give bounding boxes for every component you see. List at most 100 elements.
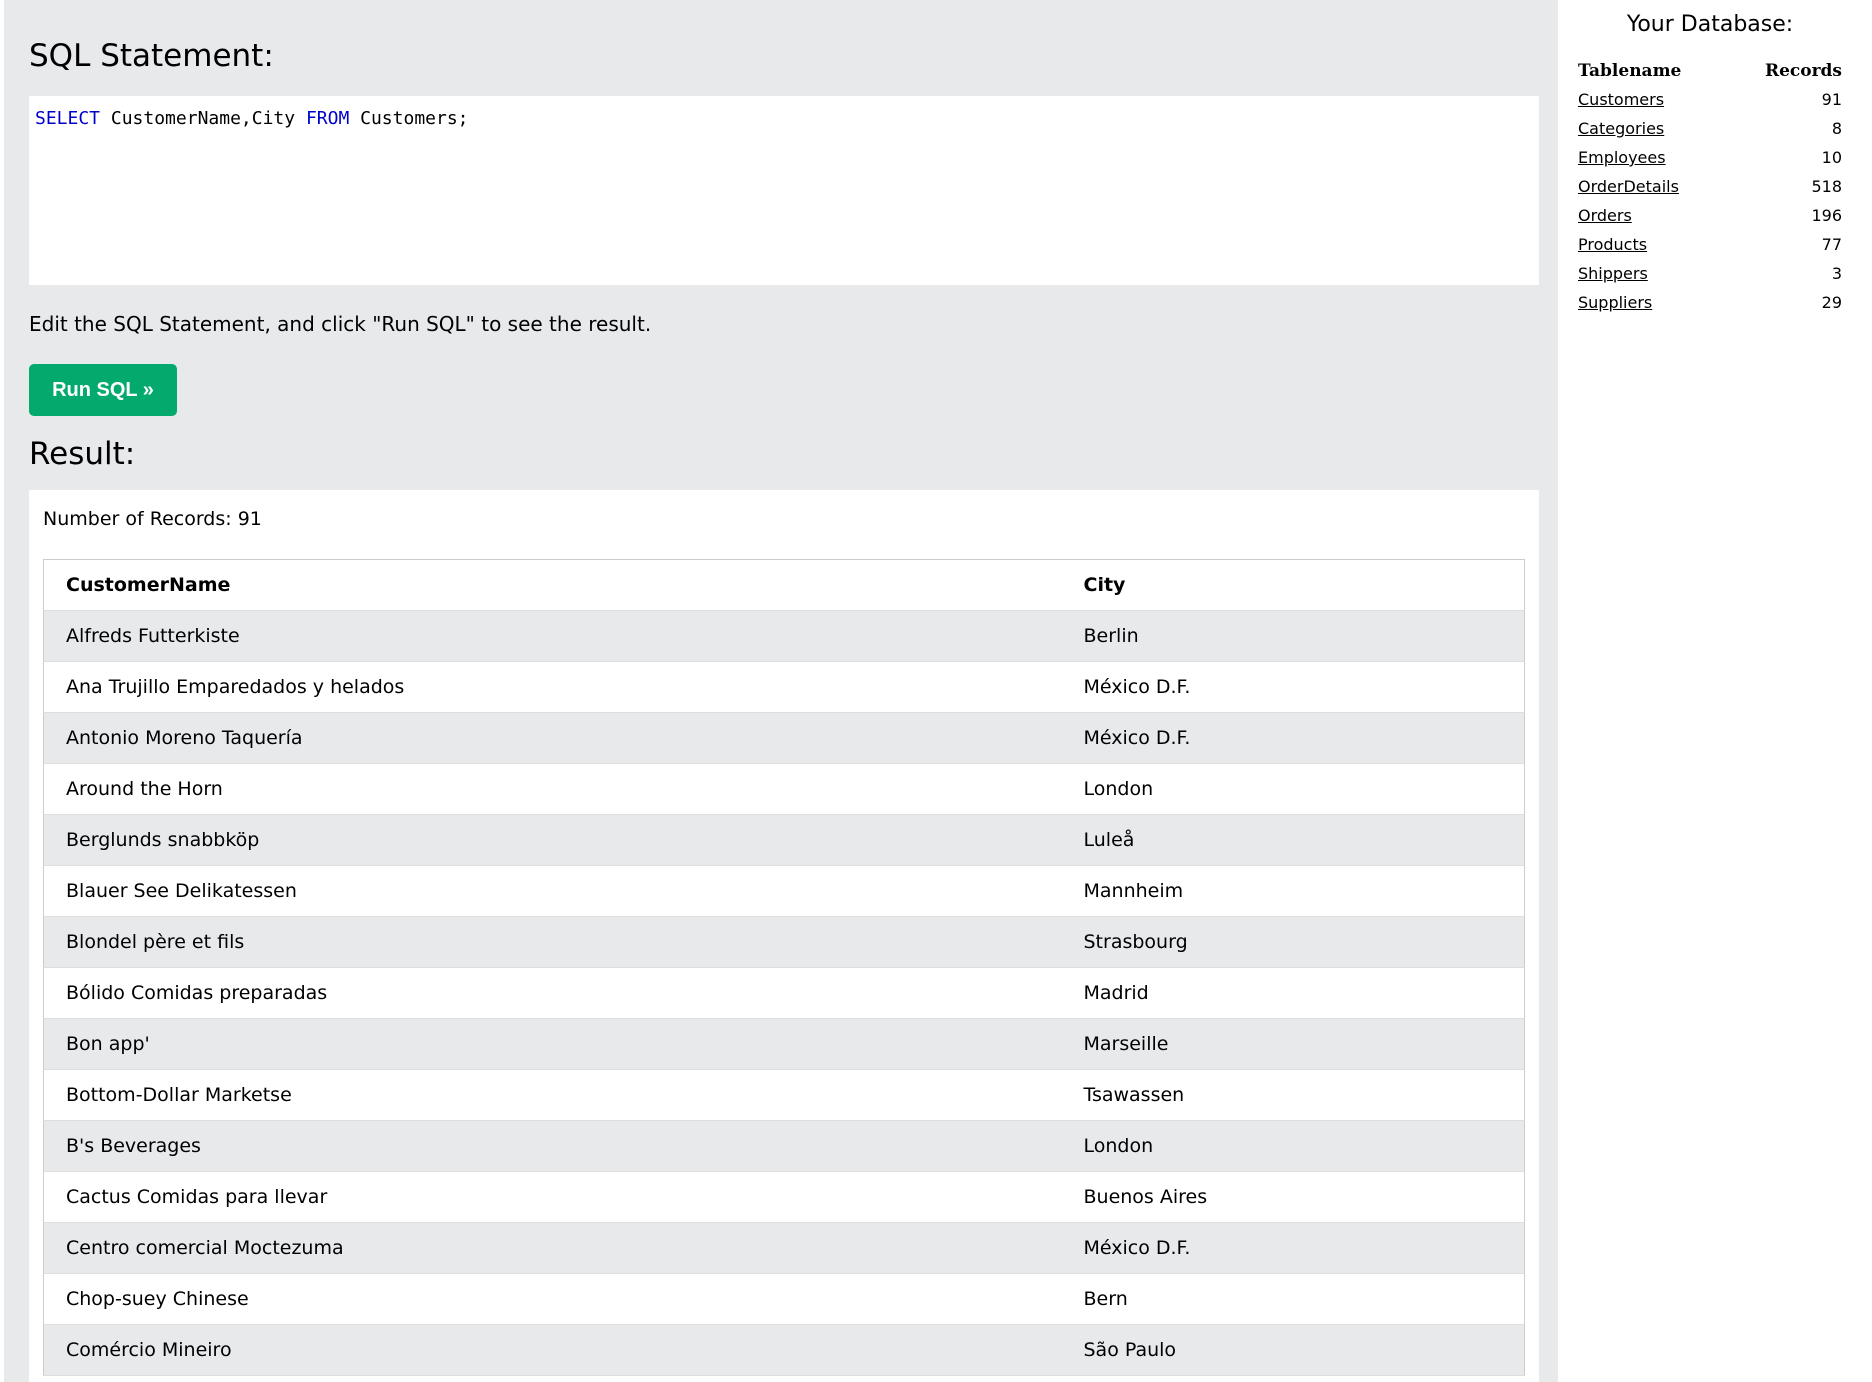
record-count: Number of Records: 91 xyxy=(43,508,262,530)
table-row: Comércio Mineiro São Paulo xyxy=(43,1324,1525,1376)
result-rows: Alfreds Futterkiste Berlin Ana Trujillo Em… xyxy=(43,610,1525,1376)
table-row: Bottom-Dollar Marketse Tsawassen xyxy=(43,1069,1525,1121)
table-row: Cactus Comidas para llevar Buenos Aires xyxy=(43,1171,1525,1223)
table-link-products[interactable]: Products xyxy=(1578,235,1647,254)
table-link-cell: Customers xyxy=(1578,85,1729,114)
city-cell: Strasbourg xyxy=(1061,916,1525,968)
database-row: Shippers 3 xyxy=(1578,259,1842,288)
helper-text: Edit the SQL Statement, and click "Run S… xyxy=(29,312,652,336)
city-cell: Marseille xyxy=(1061,1018,1525,1070)
database-row: Categories 8 xyxy=(1578,114,1842,143)
customer-name-cell: Antonio Moreno Taquería xyxy=(43,712,1062,764)
database-header-row: Tablename Records xyxy=(1578,57,1842,85)
database-row: OrderDetails 518 xyxy=(1578,172,1842,201)
table-link-categories[interactable]: Categories xyxy=(1578,119,1664,138)
table-row: Alfreds Futterkiste Berlin xyxy=(43,610,1525,662)
result-panel: Number of Records: 91 CustomerName City … xyxy=(29,490,1539,1382)
customer-name-cell: Bólido Comidas preparadas xyxy=(43,967,1062,1019)
result-heading: Result: xyxy=(29,436,136,472)
table-row: Berglunds snabbköp Luleå xyxy=(43,814,1525,866)
city-cell: Buenos Aires xyxy=(1061,1171,1525,1223)
customer-name-cell: Bottom-Dollar Marketse xyxy=(43,1069,1062,1121)
tablename-header: Tablename xyxy=(1578,61,1682,81)
records-header: Records xyxy=(1764,61,1842,81)
sql-keyword-select: SELECT xyxy=(35,108,101,129)
customer-name-cell: Centro comercial Moctezuma xyxy=(43,1222,1062,1274)
table-row: Ana Trujillo Emparedados y helados México… xyxy=(43,661,1525,713)
customer-name-cell: Ana Trujillo Emparedados y helados xyxy=(43,661,1062,713)
table-row: Blauer See Delikatessen Mannheim xyxy=(43,865,1525,917)
customer-name-cell: Comércio Mineiro xyxy=(43,1324,1062,1376)
table-row: Blondel père et fils Strasbourg xyxy=(43,916,1525,968)
table-link-cell: Shippers xyxy=(1578,259,1729,288)
table-link-orderdetails[interactable]: OrderDetails xyxy=(1578,177,1679,196)
column-header-city: City xyxy=(1061,559,1525,611)
table-row: Bólido Comidas preparadas Madrid xyxy=(43,967,1525,1019)
table-link-cell: Products xyxy=(1578,230,1729,259)
city-cell: São Paulo xyxy=(1061,1324,1525,1376)
result-header-row: CustomerName City xyxy=(43,559,1525,611)
table-link-cell: Categories xyxy=(1578,114,1729,143)
customer-name-cell: Berglunds snabbköp xyxy=(43,814,1062,866)
customer-name-cell: Around the Horn xyxy=(43,763,1062,815)
sql-table: Customers; xyxy=(349,108,469,129)
database-row: Suppliers 29 xyxy=(1578,288,1842,317)
record-count-cell: 77 xyxy=(1821,235,1842,254)
city-cell: Bern xyxy=(1061,1273,1525,1325)
table-link-suppliers[interactable]: Suppliers xyxy=(1578,293,1652,312)
table-link-cell: Employees xyxy=(1578,143,1729,172)
result-table: CustomerName City Alfreds Futterkiste Ber… xyxy=(43,559,1525,1376)
table-row: B's Beverages London xyxy=(43,1120,1525,1172)
table-link-customers[interactable]: Customers xyxy=(1578,90,1664,109)
city-cell: México D.F. xyxy=(1061,712,1525,764)
sql-statement-heading: SQL Statement: xyxy=(29,38,274,74)
record-count-cell: 91 xyxy=(1821,90,1842,109)
table-row: Around the Horn London xyxy=(43,763,1525,815)
customer-name-cell: Chop-suey Chinese xyxy=(43,1273,1062,1325)
customer-name-cell: Cactus Comidas para llevar xyxy=(43,1171,1062,1223)
database-title: Your Database: xyxy=(1626,12,1794,37)
city-cell: London xyxy=(1061,763,1525,815)
database-table: Tablename Records Customers 91 Categories 8… xyxy=(1578,57,1842,317)
sql-editor[interactable]: SELECT CustomerName,City FROM Customers; xyxy=(29,96,1539,285)
sql-workspace: SQL Statement: SELECT CustomerName,City … xyxy=(4,0,1558,1382)
record-count-cell: 3 xyxy=(1831,264,1842,283)
city-cell: México D.F. xyxy=(1061,1222,1525,1274)
database-row: Customers 91 xyxy=(1578,85,1842,114)
record-count-cell: 10 xyxy=(1821,148,1842,167)
table-row: Bon app' Marseille xyxy=(43,1018,1525,1070)
record-count-cell: 29 xyxy=(1821,293,1842,312)
table-link-employees[interactable]: Employees xyxy=(1578,148,1666,167)
record-count-cell: 196 xyxy=(1811,206,1842,225)
record-count-cell: 8 xyxy=(1831,119,1842,138)
table-link-orders[interactable]: Orders xyxy=(1578,206,1632,225)
city-cell: Madrid xyxy=(1061,967,1525,1019)
customer-name-cell: Blauer See Delikatessen xyxy=(43,865,1062,917)
customer-name-cell: Blondel père et fils xyxy=(43,916,1062,968)
table-link-cell: Suppliers xyxy=(1578,288,1729,317)
table-link-cell: Orders xyxy=(1578,201,1729,230)
database-rows: Customers 91 Categories 8 Employees 10 OrderDe… xyxy=(1578,85,1842,317)
table-row: Chop-suey Chinese Bern xyxy=(43,1273,1525,1325)
table-row: Antonio Moreno Taquería México D.F. xyxy=(43,712,1525,764)
table-link-shippers[interactable]: Shippers xyxy=(1578,264,1648,283)
table-row: Centro comercial Moctezuma México D.F. xyxy=(43,1222,1525,1274)
city-cell: Tsawassen xyxy=(1061,1069,1525,1121)
run-sql-button[interactable]: Run SQL » xyxy=(29,364,177,416)
sql-keyword-from: FROM xyxy=(305,108,350,129)
sql-columns: CustomerName,City xyxy=(100,108,306,129)
record-count-cell: 518 xyxy=(1811,177,1842,196)
page: SQL Statement: SELECT CustomerName,City … xyxy=(0,0,1872,1382)
city-cell: México D.F. xyxy=(1061,661,1525,713)
database-row: Orders 196 xyxy=(1578,201,1842,230)
city-cell: Berlin xyxy=(1061,610,1525,662)
customer-name-cell: B's Beverages xyxy=(43,1120,1062,1172)
database-row: Employees 10 xyxy=(1578,143,1842,172)
city-cell: London xyxy=(1061,1120,1525,1172)
city-cell: Luleå xyxy=(1061,814,1525,866)
customer-name-cell: Alfreds Futterkiste xyxy=(43,610,1062,662)
database-row: Products 77 xyxy=(1578,230,1842,259)
customer-name-cell: Bon app' xyxy=(43,1018,1062,1070)
column-header-customername: CustomerName xyxy=(43,559,1062,611)
city-cell: Mannheim xyxy=(1061,865,1525,917)
